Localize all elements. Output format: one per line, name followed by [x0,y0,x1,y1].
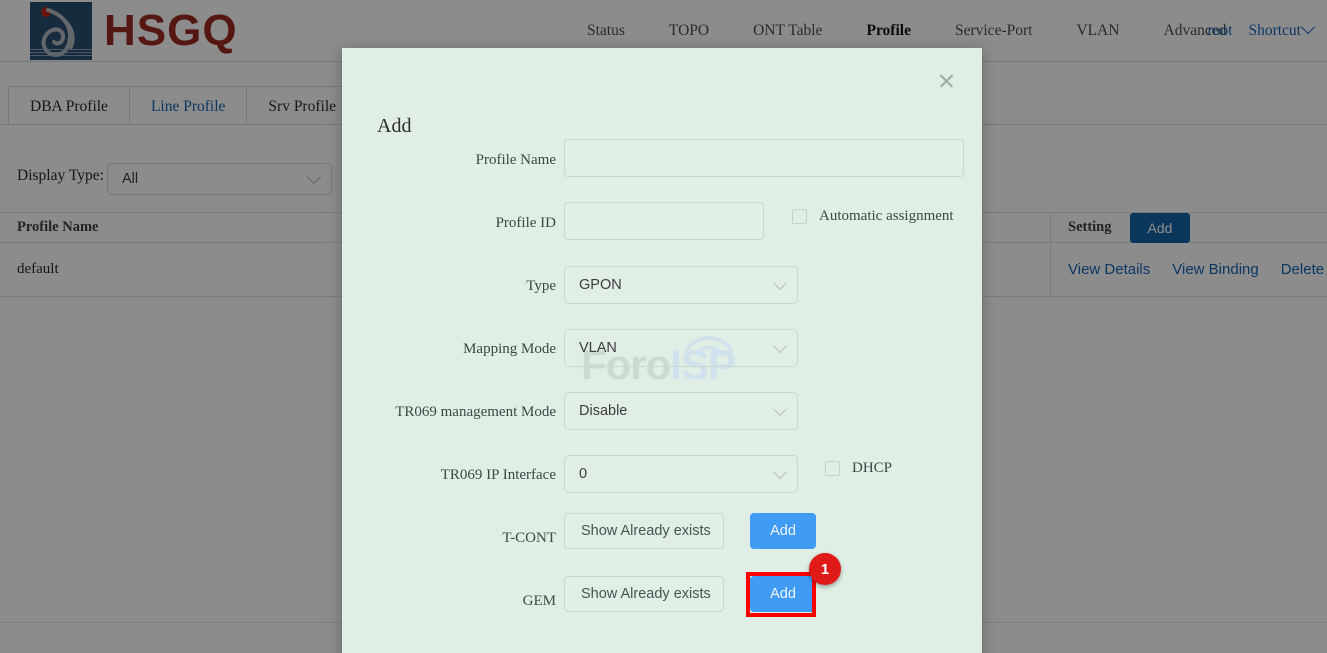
gem-show-exists-button[interactable]: Show Already exists [564,576,724,612]
chevron-down-icon [772,338,788,354]
chevron-down-icon [772,464,788,480]
mapping-mode-select[interactable]: VLAN [564,329,798,367]
tr069-ip-interface-select[interactable]: 0 [564,455,798,493]
chevron-down-icon [772,401,788,417]
mapping-mode-select-value: VLAN [579,340,617,356]
label-profile-id: Profile ID [495,215,556,231]
label-tr069-ip-interface: TR069 IP Interface [440,467,556,483]
label-mapping-mode: Mapping Mode [463,341,556,357]
add-line-profile-dialog: Add ForoISP Profile Name Profile ID Auto… [342,48,982,653]
tcont-show-exists-button[interactable]: Show Already exists [564,513,724,549]
label-gem: GEM [522,593,556,609]
profile-id-input[interactable] [564,202,764,240]
tr069-management-mode-select[interactable]: Disable [564,392,798,430]
profile-name-input[interactable] [564,139,964,177]
tr069-management-mode-value: Disable [579,403,628,419]
tcont-add-button[interactable]: Add [750,513,816,549]
automatic-assignment-checkbox[interactable]: Automatic assignment [792,208,954,225]
type-select[interactable]: GPON [564,266,798,304]
dhcp-label: DHCP [852,460,893,476]
type-select-value: GPON [579,277,622,293]
checkbox-icon [792,209,807,224]
tr069-ip-interface-value: 0 [579,466,588,482]
dhcp-checkbox[interactable]: DHCP [825,460,892,477]
gem-add-button[interactable]: Add [750,576,816,612]
label-profile-name: Profile Name [475,152,556,168]
label-tcont: T-CONT [502,530,556,546]
checkbox-icon [825,461,840,476]
label-tr069-management-mode: TR069 management Mode [395,404,556,420]
label-type: Type [526,278,556,294]
automatic-assignment-label: Automatic assignment [819,208,954,224]
chevron-down-icon [772,275,788,291]
app-root: HSGQ Status TOPO ONT Table Profile Servi… [0,0,1327,653]
dialog-title: Add [377,115,412,137]
close-icon[interactable] [934,68,960,94]
